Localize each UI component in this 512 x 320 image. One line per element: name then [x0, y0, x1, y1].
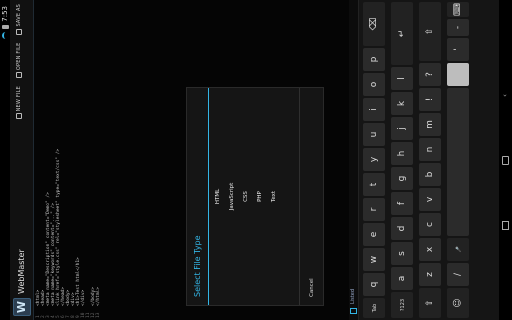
code-line[interactable]: <link href="style.css" rel="stylesheet" … — [56, 149, 61, 306]
key-enter[interactable]: ↵ — [391, 2, 413, 65]
key-t[interactable]: t — [363, 173, 385, 196]
line-number-gutter: 1 2 3 4 5 6 7 8 9 10 11 12 13 — [35, 308, 135, 320]
key-m[interactable]: m — [419, 113, 441, 136]
code-editor[interactable]: 1 2 3 4 5 6 7 8 9 10 11 12 13 <html> <he… — [35, 0, 135, 320]
option-php[interactable]: PHP — [253, 88, 267, 305]
back-icon[interactable]: ‹ — [501, 91, 509, 100]
option-text[interactable]: Text — [267, 88, 281, 305]
key-n[interactable]: n — [419, 138, 441, 161]
option-javascript[interactable]: JavaScript — [225, 88, 239, 305]
key-r[interactable]: r — [363, 198, 385, 221]
key-c[interactable]: c — [419, 213, 441, 236]
screen: 7:53 W WebMaster NEW FILE OPEN FILE SAVE… — [0, 0, 512, 320]
keyboard-row-1: Tab q w e r t y u i o p ⌫ — [361, 0, 387, 320]
save-as-label: SAVE AS — [16, 4, 22, 27]
key-x[interactable]: x — [419, 238, 441, 261]
key-d[interactable]: d — [391, 217, 413, 240]
select-file-type-dialog: Select File Type HTML JavaScript CSS PHP… — [186, 87, 324, 306]
battery-icon — [1, 24, 9, 29]
open-file-button[interactable]: OPEN FILE — [16, 43, 22, 79]
key-shift-left[interactable]: ⇧ — [419, 288, 441, 318]
key-symbols[interactable]: ?123 — [391, 292, 413, 318]
option-css[interactable]: CSS — [239, 88, 253, 305]
keyboard-row-3: ⇧ z x c v b n m ! ? ⇧ — [417, 0, 443, 320]
key-v[interactable]: v — [419, 188, 441, 211]
new-file-icon — [16, 113, 22, 120]
keyboard-row-2: ?123 a s d f g h j k l ↵ — [389, 0, 415, 320]
key-h[interactable]: h — [391, 142, 413, 165]
key-u[interactable]: u — [363, 123, 385, 146]
line-number: 13 — [96, 312, 101, 318]
new-file-button[interactable]: NEW FILE — [16, 86, 22, 120]
key-label: Tab — [372, 303, 378, 313]
key-l[interactable]: l — [391, 67, 413, 90]
clipboard-icon[interactable] — [350, 308, 357, 314]
key-k[interactable]: k — [391, 92, 413, 115]
key-mic[interactable]: 🎤 — [447, 238, 469, 261]
status-bar: 7:53 — [0, 0, 10, 320]
save-as-icon — [16, 28, 22, 35]
key-z[interactable]: z — [419, 263, 441, 286]
home-icon[interactable] — [502, 156, 509, 165]
recents-icon[interactable] — [502, 221, 509, 230]
key-shift-right[interactable]: ⇧ — [419, 2, 441, 61]
action-buttons: NEW FILE OPEN FILE SAVE AS — [16, 4, 22, 120]
action-bar: W WebMaster NEW FILE OPEN FILE SAVE AS — [10, 0, 34, 320]
key-question[interactable]: ? — [419, 63, 441, 86]
app-title: WebMaster — [17, 249, 26, 294]
key-period[interactable] — [447, 63, 469, 86]
app-logo-icon[interactable]: W — [13, 298, 31, 316]
option-html[interactable]: HTML — [211, 88, 225, 305]
key-exclamation[interactable]: ! — [419, 88, 441, 111]
suggestion-text[interactable]: Listed — [350, 289, 356, 304]
wifi-icon — [2, 31, 8, 39]
open-file-label: OPEN FILE — [16, 42, 22, 71]
code-lines[interactable]: <html> <head> <meta name="Description" c… — [35, 6, 135, 306]
file-type-options: HTML JavaScript CSS PHP Text — [211, 88, 281, 305]
key-emoji[interactable]: ☺ — [447, 288, 469, 318]
code-line[interactable]: </html> — [96, 287, 101, 306]
key-j[interactable]: j — [391, 117, 413, 140]
new-file-label: NEW FILE — [16, 86, 22, 112]
navigation-bar: ‹ — [499, 0, 512, 320]
key-apostrophe[interactable]: ' — [447, 38, 469, 61]
status-icons: 7:53 — [1, 6, 9, 39]
key-tab[interactable]: Tab — [363, 298, 385, 318]
key-dash[interactable]: - — [447, 19, 469, 36]
soft-keyboard: Listed Tab q w e r t y u i o p ⌫ ?123 a … — [349, 0, 499, 320]
keyboard-row-4: ☺ / 🎤 ' - ⌨ — [445, 0, 471, 320]
key-e[interactable]: e — [363, 223, 385, 246]
key-b[interactable]: b — [419, 163, 441, 186]
mic-icon: 🎤 — [456, 246, 462, 253]
key-space[interactable] — [447, 88, 469, 236]
key-hide-keyboard[interactable]: ⌨ — [447, 2, 469, 17]
key-slash[interactable]: / — [447, 263, 469, 286]
suggestion-bar: Listed — [349, 0, 359, 320]
key-p[interactable]: p — [363, 48, 385, 71]
key-f[interactable]: f — [391, 192, 413, 215]
open-file-icon — [16, 72, 22, 79]
key-a[interactable]: a — [391, 267, 413, 290]
key-y[interactable]: y — [363, 148, 385, 171]
dialog-title: Select File Type — [187, 88, 209, 305]
code-line[interactable]: </div> — [81, 290, 86, 306]
key-label: ?123 — [400, 298, 406, 312]
key-o[interactable]: o — [363, 73, 385, 96]
save-as-button[interactable]: SAVE AS — [16, 4, 22, 35]
key-g[interactable]: g — [391, 167, 413, 190]
cancel-button[interactable]: Cancel — [299, 88, 323, 305]
key-w[interactable]: w — [363, 248, 385, 271]
key-q[interactable]: q — [363, 273, 385, 296]
key-s[interactable]: s — [391, 242, 413, 265]
key-i[interactable]: i — [363, 98, 385, 121]
key-backspace[interactable]: ⌫ — [363, 2, 385, 46]
status-clock: 7:53 — [1, 6, 9, 22]
